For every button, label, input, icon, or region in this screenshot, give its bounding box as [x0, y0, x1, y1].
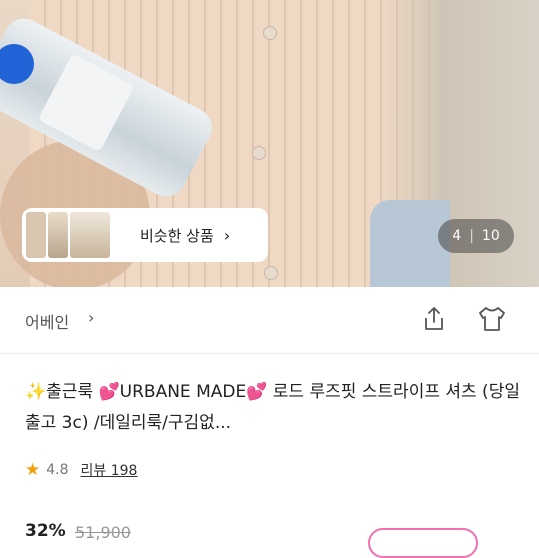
- similar-products-label: 비슷한 상품: [140, 226, 214, 245]
- rating-value: 4.8: [46, 462, 69, 478]
- shirt-button: [264, 266, 278, 280]
- shirt-button: [263, 26, 277, 40]
- image-counter-current: 4: [452, 228, 462, 244]
- store-row: 어베인 ›: [0, 287, 539, 354]
- product-image-carousel[interactable]: 비슷한 상품 › 4 | 10: [0, 0, 539, 287]
- shirt-outline-icon[interactable]: [476, 305, 508, 333]
- original-price: 51,900: [75, 523, 131, 542]
- similar-products-thumbnails: [26, 212, 110, 258]
- chevron-right-icon[interactable]: ›: [88, 308, 94, 327]
- shirt-button: [252, 146, 266, 160]
- product-title: ✨출근룩 💕URBANE MADE💕 로드 루즈핏 스트라이프 셔츠 (당일출고…: [25, 382, 520, 433]
- product-photo-jeans: [370, 200, 450, 287]
- similar-product-thumbnail: [26, 212, 46, 258]
- image-counter: 4 | 10: [438, 219, 514, 253]
- image-counter-total: 10: [481, 228, 500, 244]
- similar-product-thumbnail: [48, 212, 68, 258]
- discount-percent: 32%: [25, 521, 66, 541]
- bottle-label: [37, 53, 135, 153]
- coupon-button[interactable]: [368, 528, 478, 558]
- store-name-link[interactable]: 어베인: [25, 309, 69, 333]
- rating-row: ★ 4.8 리뷰 198: [25, 460, 137, 480]
- review-count-link[interactable]: 리뷰 198: [81, 460, 138, 480]
- star-icon: ★: [25, 460, 41, 480]
- image-counter-separator: |: [469, 228, 474, 244]
- similar-product-thumbnail: [70, 212, 110, 258]
- share-icon[interactable]: [422, 306, 446, 332]
- chevron-right-icon: ›: [223, 225, 231, 245]
- similar-products-button[interactable]: 비슷한 상품 ›: [22, 208, 268, 262]
